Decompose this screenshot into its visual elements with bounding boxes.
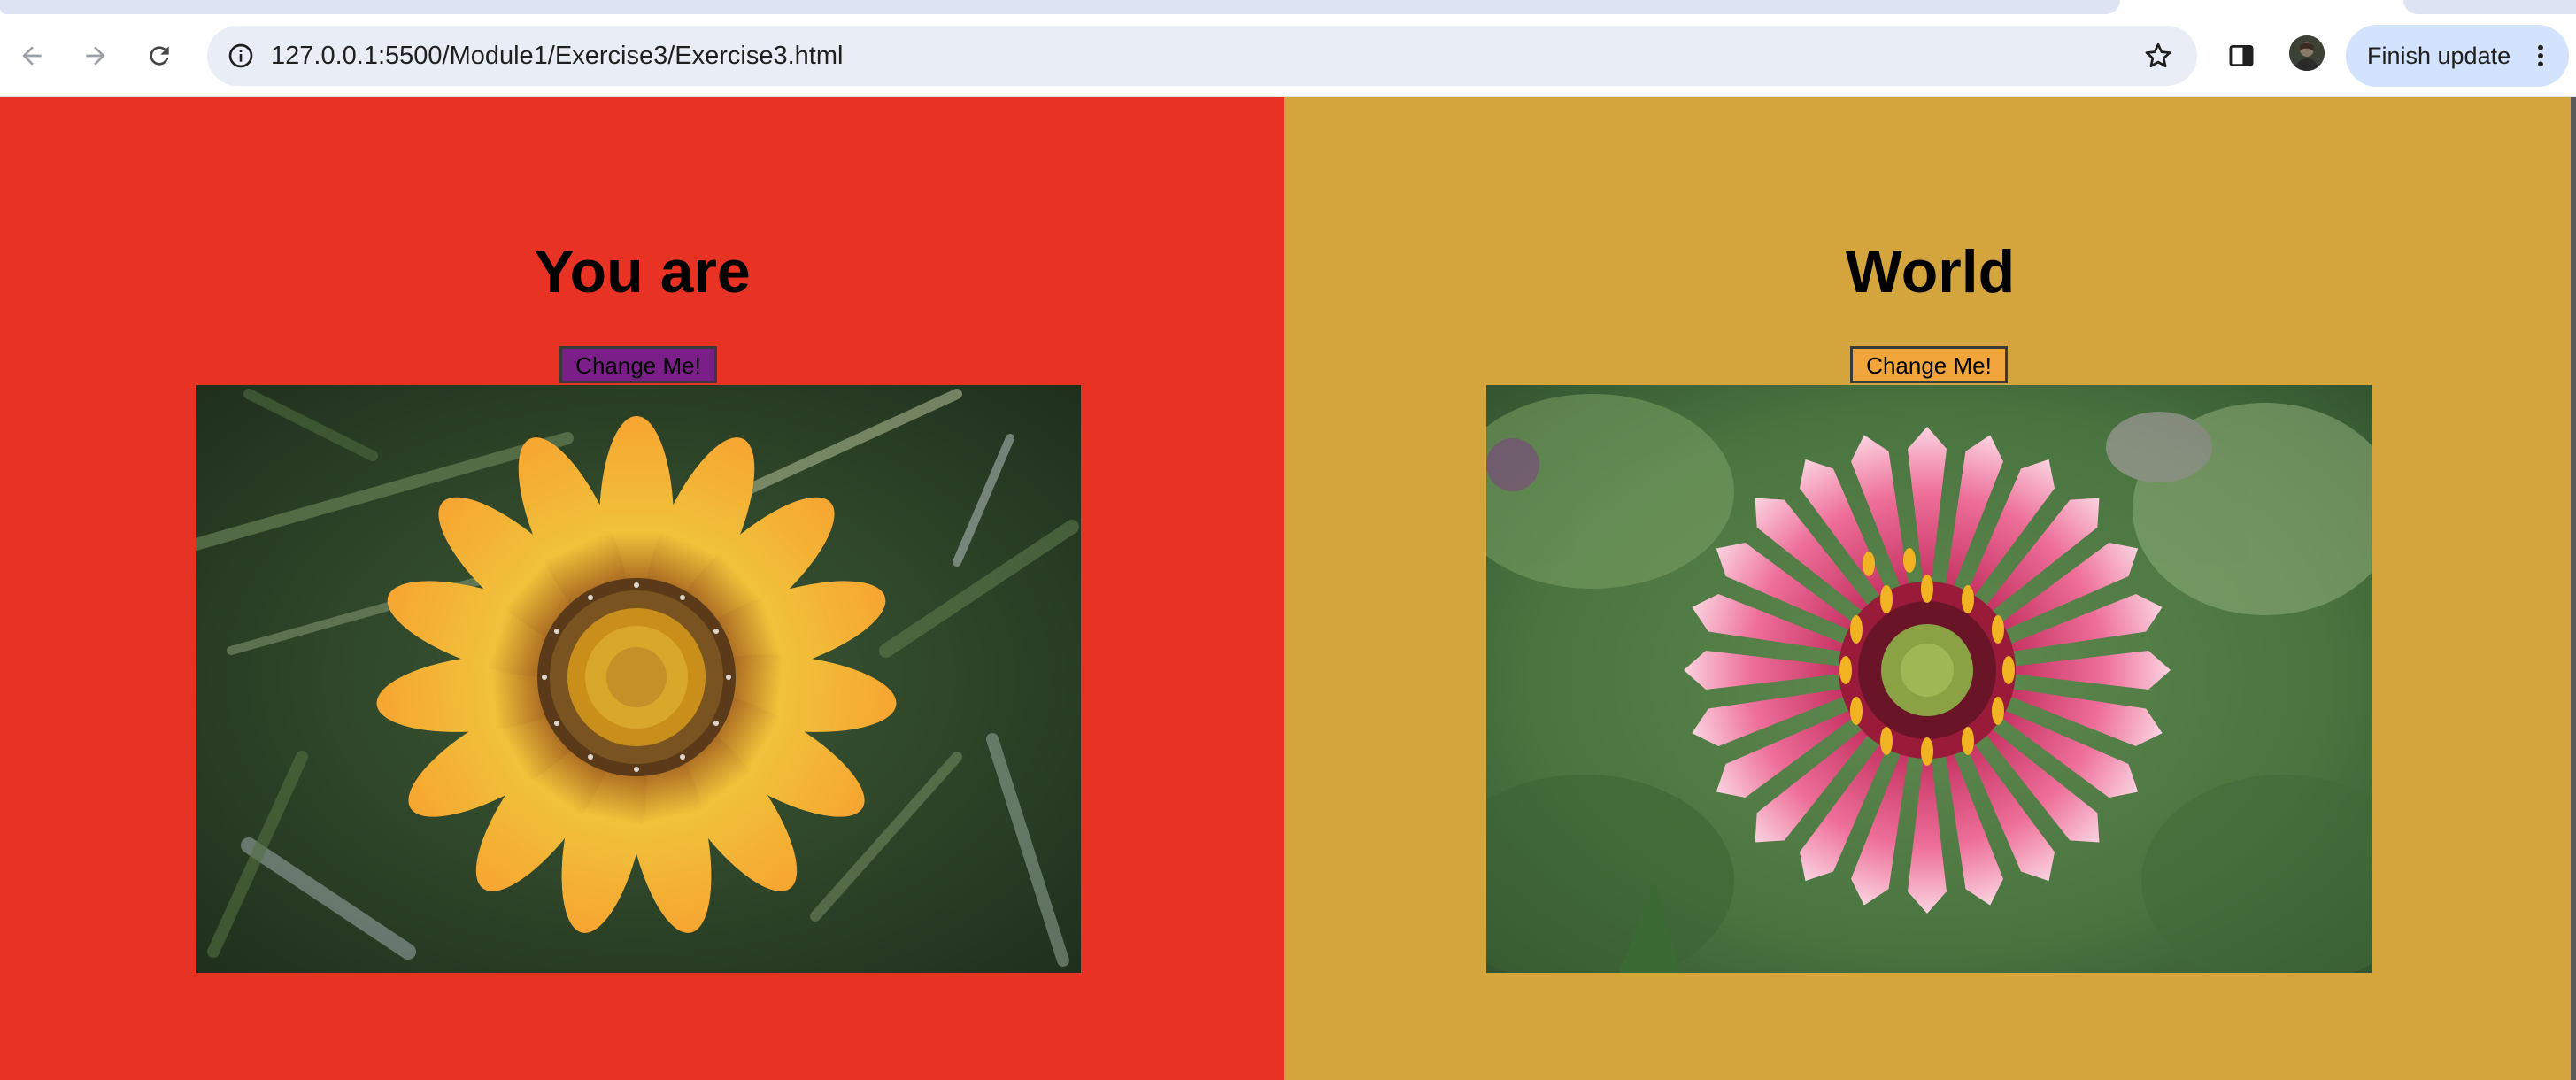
right-flower-image [1486, 385, 2372, 973]
vertical-dots-icon [2538, 44, 2543, 67]
forward-button[interactable] [74, 35, 117, 77]
star-icon [2145, 42, 2171, 68]
left-flower-image [196, 385, 1081, 973]
address-bar[interactable]: 127.0.0.1:5500/Module1/Exercise3/Exercis… [207, 26, 2197, 86]
right-panel: World Change Me! [1284, 97, 2576, 1080]
browser-toolbar: 127.0.0.1:5500/Module1/Exercise3/Exercis… [0, 14, 2576, 97]
active-tab[interactable] [0, 0, 2120, 14]
bookmark-button[interactable] [2137, 35, 2179, 77]
reload-button[interactable] [138, 35, 181, 77]
left-change-button[interactable]: Change Me! [559, 346, 717, 383]
avatar-image [2289, 35, 2325, 71]
back-button[interactable] [11, 35, 53, 77]
right-heading: World [1845, 238, 2016, 305]
left-panel: You are Change Me! [0, 97, 1284, 1080]
side-panel-icon [2229, 44, 2254, 67]
reload-icon [150, 46, 169, 66]
page-viewport: You are Change Me! World Change Me! [0, 97, 2576, 1080]
info-icon [228, 43, 253, 68]
finish-update-label: Finish update [2367, 42, 2511, 69]
site-info-button[interactable] [220, 35, 262, 77]
right-change-button[interactable]: Change Me! [1850, 346, 2008, 383]
profile-avatar[interactable] [2289, 35, 2325, 71]
arrow-right-icon [86, 46, 105, 66]
tab-strip-control[interactable] [2403, 0, 2576, 14]
url-text[interactable]: 127.0.0.1:5500/Module1/Exercise3/Exercis… [271, 26, 843, 86]
arrow-left-icon [22, 46, 42, 66]
side-panel-button[interactable] [2220, 35, 2263, 77]
window-edge [2571, 97, 2576, 1080]
finish-update-button[interactable]: Finish update [2346, 25, 2569, 87]
left-heading: You are [534, 238, 751, 305]
tab-strip [0, 0, 2576, 14]
